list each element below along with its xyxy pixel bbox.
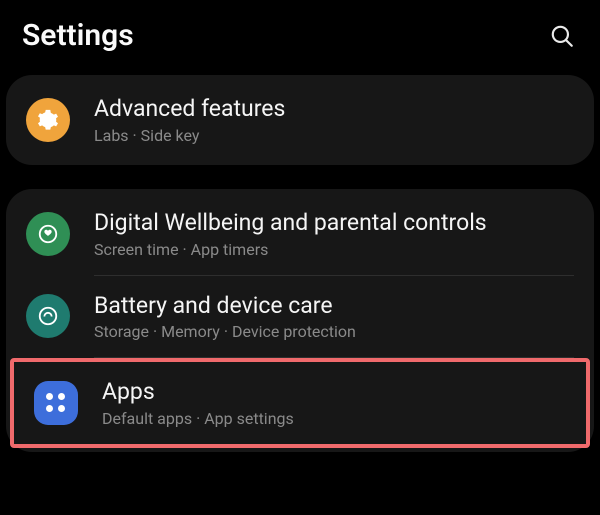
row-text: Battery and device care Storage · Memory… <box>94 292 356 342</box>
row-advanced-features[interactable]: Advanced features Labs · Side key <box>6 79 594 161</box>
search-icon <box>549 23 575 49</box>
row-title: Advanced features <box>94 95 285 124</box>
device-care-icon <box>26 294 70 338</box>
apps-icon <box>34 381 78 425</box>
wellbeing-icon <box>26 212 70 256</box>
row-apps[interactable]: Apps Default apps · App settings <box>14 362 586 444</box>
row-subtitle: Labs · Side key <box>94 126 285 145</box>
row-subtitle: Screen time · App timers <box>94 240 487 259</box>
row-title: Apps <box>102 378 294 407</box>
settings-group-device: Digital Wellbeing and parental controls … <box>6 189 594 452</box>
row-digital-wellbeing[interactable]: Digital Wellbeing and parental controls … <box>6 193 594 275</box>
row-title: Digital Wellbeing and parental controls <box>94 209 487 238</box>
row-battery-device-care[interactable]: Battery and device care Storage · Memory… <box>6 276 594 358</box>
row-text: Advanced features Labs · Side key <box>94 95 285 145</box>
gear-icon <box>26 98 70 142</box>
settings-header: Settings <box>0 0 600 75</box>
row-subtitle: Default apps · App settings <box>102 409 294 428</box>
highlight-apps: Apps Default apps · App settings <box>10 358 590 448</box>
search-button[interactable] <box>546 20 578 52</box>
row-text: Digital Wellbeing and parental controls … <box>94 209 487 259</box>
row-title: Battery and device care <box>94 292 356 321</box>
row-subtitle: Storage · Memory · Device protection <box>94 322 356 341</box>
page-title: Settings <box>22 18 134 53</box>
row-text: Apps Default apps · App settings <box>102 378 294 428</box>
settings-group-advanced: Advanced features Labs · Side key <box>6 75 594 165</box>
